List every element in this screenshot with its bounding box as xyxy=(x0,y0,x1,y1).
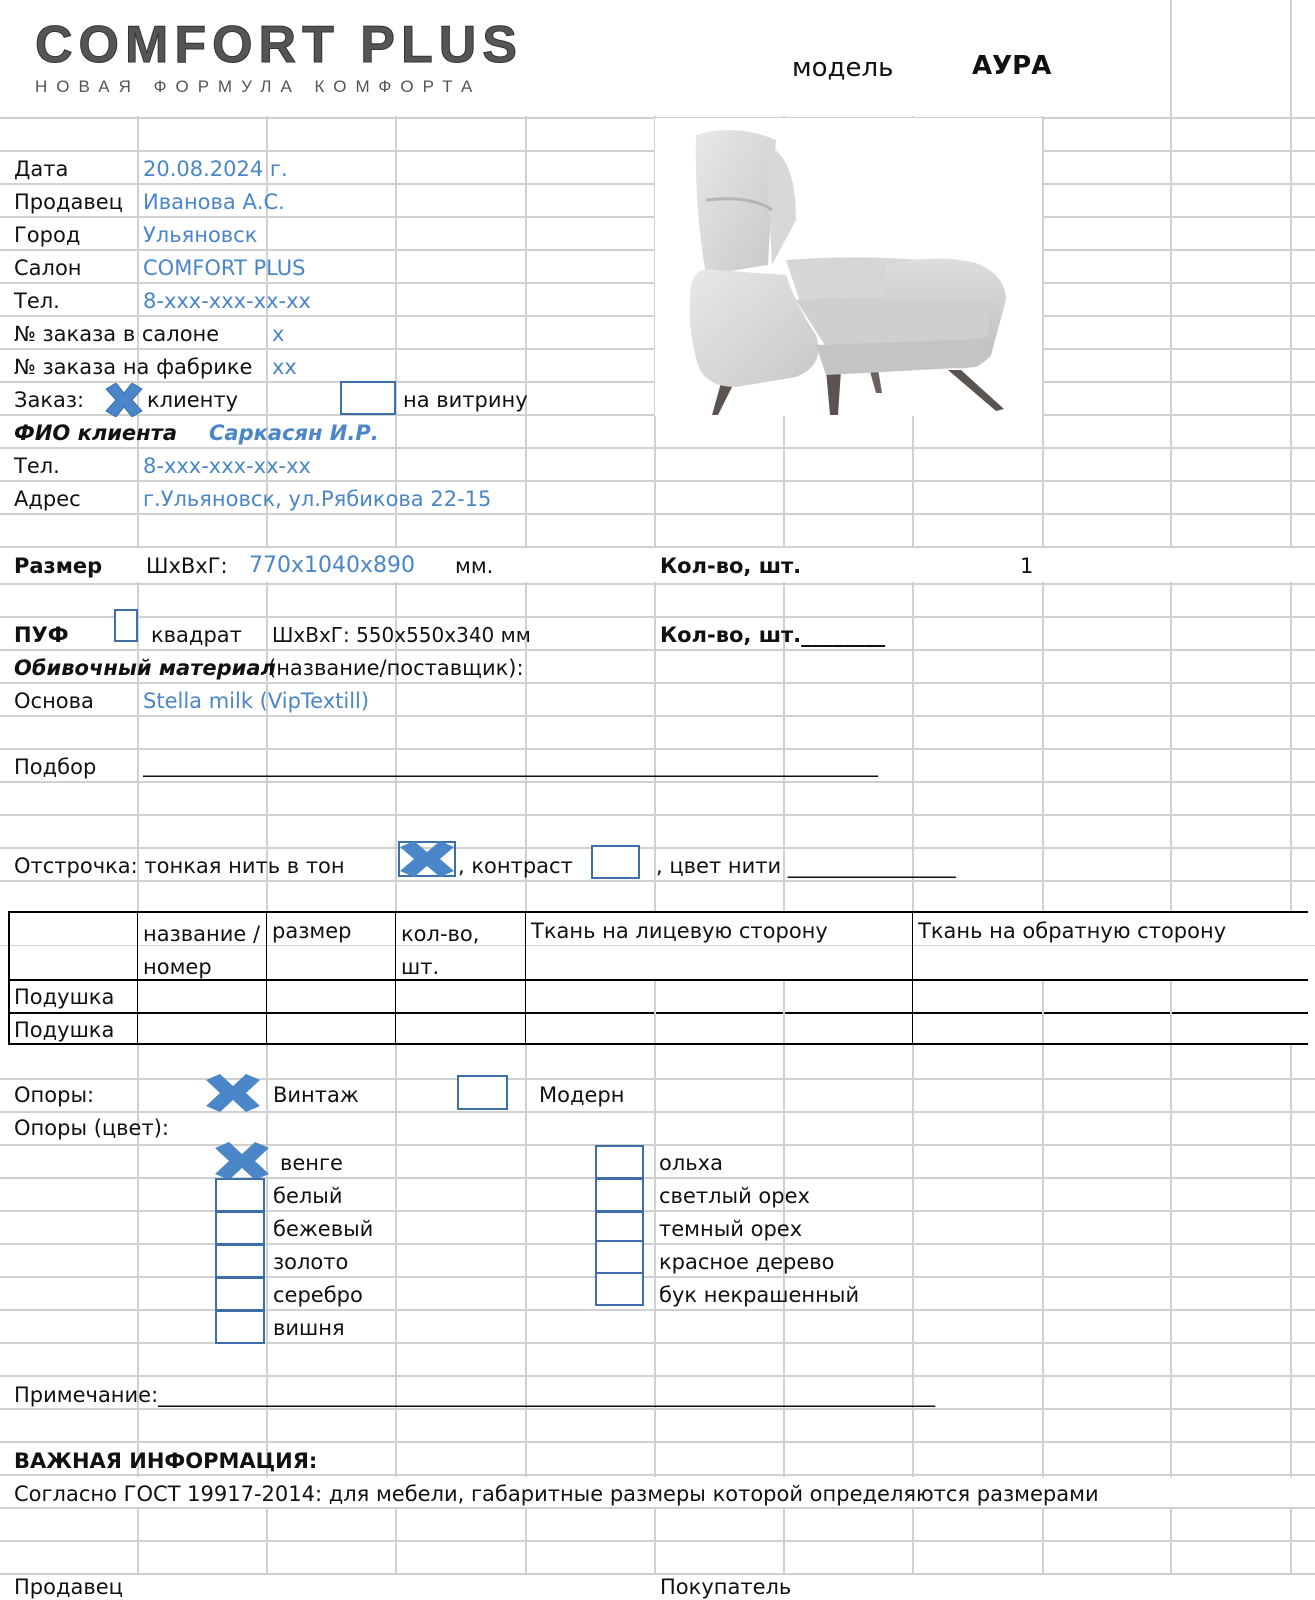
model-label: модель xyxy=(792,53,894,83)
base-label: Основа xyxy=(14,689,94,713)
salon-label: Салон xyxy=(14,256,82,280)
color-gold-checkbox[interactable] xyxy=(215,1244,265,1278)
size-dims-value[interactable]: 770x1040x890 xyxy=(249,553,415,579)
color-alder-checkbox[interactable] xyxy=(595,1145,644,1179)
seller-signature-label: Продавец xyxy=(14,1575,123,1599)
note-line[interactable]: Примечание:_____________________________… xyxy=(14,1382,1219,1408)
client-address-value[interactable]: г.Ульяновск, ул.Рябикова 22-15 xyxy=(143,486,491,512)
size-unit: мм. xyxy=(455,554,494,578)
legs-modern-checkbox[interactable] xyxy=(457,1075,508,1110)
legs-vintage-checkbox[interactable] xyxy=(204,1074,262,1117)
legs-vintage-label: Винтаж xyxy=(273,1083,359,1107)
color-mahogany-checkbox[interactable] xyxy=(595,1240,644,1274)
color-silver-checkbox[interactable] xyxy=(215,1277,265,1311)
svg-text:COMFORT PLUS: COMFORT PLUS xyxy=(35,20,523,68)
pouf-dims: ШхВхГ: 550х550х340 мм xyxy=(272,623,531,647)
client-phone-value[interactable]: 8-xxx-xxx-xx-xx xyxy=(143,453,311,479)
base-value[interactable]: Stella milk (VipTextill) xyxy=(143,688,369,714)
color-light-walnut-checkbox[interactable] xyxy=(595,1178,644,1212)
pouf-label: ПУФ xyxy=(14,623,69,647)
logo-wordmark: COMFORT PLUS xyxy=(35,16,523,75)
stitching-label: Отстрочка: тонкая нить в тон xyxy=(14,854,345,878)
important-title: ВАЖНАЯ ИНФОРМАЦИЯ: xyxy=(14,1449,318,1473)
material-title: Обивочный материал xyxy=(14,656,276,680)
match-line[interactable]: ________________________________________… xyxy=(143,752,1118,778)
color-silver-label: серебро xyxy=(273,1283,363,1307)
color-light-walnut-label: светлый орех xyxy=(659,1184,810,1208)
legs-modern-label: Модерн xyxy=(539,1083,625,1107)
order-client-checkbox[interactable] xyxy=(104,382,144,422)
pouf-shape: квадрат xyxy=(151,623,242,647)
color-dark-walnut-label: темный орех xyxy=(659,1217,803,1241)
color-gold-label: золото xyxy=(273,1250,349,1274)
salon-value[interactable]: COMFORT PLUS xyxy=(143,255,306,281)
size-dims-label: ШхВхГ: xyxy=(146,554,228,578)
col-size-header: размер xyxy=(272,919,352,943)
thread-color-label[interactable]: , цвет нити ________________ xyxy=(656,853,956,879)
x-mark-icon xyxy=(215,1142,269,1180)
stitching-tone-checkbox[interactable] xyxy=(398,841,456,882)
qty-value[interactable]: 1 xyxy=(1020,553,1033,579)
color-white-checkbox[interactable] xyxy=(215,1178,265,1212)
model-value: АУРА xyxy=(972,51,1052,81)
x-mark-icon xyxy=(105,382,143,418)
client-name-label: ФИО клиента xyxy=(14,421,178,445)
color-alder-label: ольха xyxy=(659,1151,723,1175)
table-row: Подушка xyxy=(14,985,115,1009)
city-label: Город xyxy=(14,223,81,247)
salon-order-value[interactable]: x xyxy=(272,321,284,347)
order-showcase-checkbox[interactable] xyxy=(340,381,396,415)
x-mark-icon xyxy=(206,1074,260,1112)
order-client-label: клиенту xyxy=(147,388,239,412)
legs-label: Опоры: xyxy=(14,1083,95,1107)
pouf-qty-label[interactable]: Кол-во, шт.________ xyxy=(660,622,885,648)
color-beige-label: бежевый xyxy=(273,1217,374,1241)
color-wenge-label: венге xyxy=(280,1151,343,1175)
col-front-fabric-header: Ткань на лицевую сторону xyxy=(531,919,828,943)
color-beige-checkbox[interactable] xyxy=(215,1211,265,1245)
salon-order-label: № заказа в салоне xyxy=(14,322,220,346)
table-row: Подушка xyxy=(14,1018,115,1042)
factory-order-label: № заказа на фабрике xyxy=(14,355,253,379)
col-qty-header: кол-во, шт. xyxy=(401,922,480,979)
buyer-signature-label: Покупатель xyxy=(660,1575,792,1599)
color-beech-label: бук некрашенный xyxy=(659,1283,860,1307)
seller-label: Продавец xyxy=(14,190,123,214)
size-label: Размер xyxy=(14,554,103,578)
order-type-label: Заказ: xyxy=(14,388,85,412)
logo-tagline: НОВАЯ ФОРМУЛА КОМФОРТА xyxy=(35,77,482,96)
logo: COMFORT PLUS НОВАЯ ФОРМУЛА КОМФОРТА xyxy=(35,16,580,97)
col-back-fabric-header: Ткань на обратную сторону xyxy=(918,919,1227,943)
order-showcase-label: на витрину xyxy=(403,388,528,412)
client-address-label: Адрес xyxy=(14,487,81,511)
stitching-contrast-checkbox[interactable] xyxy=(591,845,640,879)
qty-label: Кол-во, шт. xyxy=(660,554,802,578)
phone-value[interactable]: 8-xxx-xxx-xx-xx xyxy=(143,288,311,314)
armchair-illustration xyxy=(689,130,1006,415)
x-mark-icon xyxy=(398,841,456,877)
stitching-contrast-label: , контраст xyxy=(458,854,573,878)
col-name-header: название /номер xyxy=(143,922,261,979)
color-beech-checkbox[interactable] xyxy=(595,1272,644,1306)
pouf-checkbox[interactable] xyxy=(114,609,138,642)
color-cherry-checkbox[interactable] xyxy=(215,1310,265,1344)
match-label: Подбор xyxy=(14,755,97,779)
color-mahogany-label: красное дерево xyxy=(659,1250,835,1274)
client-phone-label: Тел. xyxy=(14,454,60,478)
date-label: Дата xyxy=(14,157,69,181)
factory-order-value[interactable]: xx xyxy=(272,354,297,380)
color-white-label: белый xyxy=(273,1184,343,1208)
product-image xyxy=(676,125,1046,417)
date-value[interactable]: 20.08.2024 г. xyxy=(143,156,288,182)
city-value[interactable]: Ульяновск xyxy=(143,222,257,248)
material-subtitle: (название/поставщик): xyxy=(268,656,524,680)
phone-label: Тел. xyxy=(14,289,60,313)
color-cherry-label: вишня xyxy=(273,1316,345,1340)
important-text: Согласно ГОСТ 19917-2014: для мебели, га… xyxy=(14,1482,1099,1506)
client-name-value[interactable]: Саркасян И.Р. xyxy=(209,420,379,446)
legs-color-label: Опоры (цвет): xyxy=(14,1116,169,1140)
seller-value[interactable]: Иванова А.С. xyxy=(143,189,285,215)
